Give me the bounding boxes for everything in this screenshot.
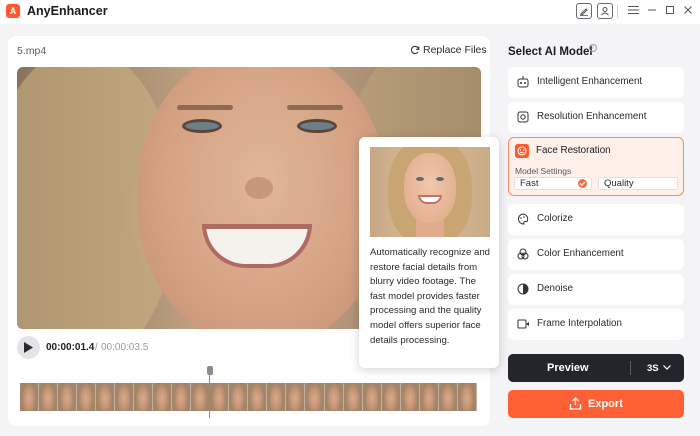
timeline-frame [267, 383, 287, 411]
model-denoise[interactable]: Denoise [508, 274, 684, 305]
tooltip-example-image [370, 147, 490, 237]
robot-icon [517, 76, 529, 88]
timeline-frame [115, 383, 135, 411]
playhead-handle[interactable] [207, 366, 213, 375]
model-settings-label: Model Settings [515, 166, 572, 176]
timeline-frame [172, 383, 192, 411]
timeline-strip[interactable] [20, 383, 477, 411]
model-label: Denoise [537, 283, 573, 294]
denoise-icon [517, 283, 529, 295]
timeline-frame [134, 383, 154, 411]
timeline-frame [324, 383, 344, 411]
timeline-frame [362, 383, 382, 411]
model-label: Color Enhancement [537, 248, 624, 259]
tooltip-face [404, 153, 456, 223]
export-button[interactable]: Export [508, 390, 684, 418]
timeline-frame [457, 383, 477, 411]
close-icon[interactable] [681, 3, 697, 19]
face-icon [515, 144, 529, 158]
resolution-icon [517, 111, 529, 123]
video-nose [245, 177, 273, 199]
tooltip-eye-right [436, 177, 444, 181]
maximize-icon[interactable] [663, 3, 679, 19]
preview-button[interactable]: Preview 3S [508, 354, 684, 382]
video-eye-left [182, 119, 222, 133]
tooltip-description: Automatically recognize and restore faci… [370, 247, 490, 346]
model-color-enhancement[interactable]: Color Enhancement [508, 239, 684, 270]
feedback-icon[interactable] [576, 3, 592, 19]
account-icon[interactable] [597, 3, 613, 19]
file-name: 5.mp4 [17, 45, 47, 57]
frame-icon [517, 319, 529, 329]
option-fast-label: Fast [520, 178, 539, 189]
titlebar-divider [617, 5, 618, 18]
play-button[interactable] [17, 336, 40, 359]
total-time: 00:00:03.5 [101, 342, 149, 353]
video-brow-right [287, 105, 343, 110]
model-panel: Select AI Model i Intelligent Enhancemen… [500, 36, 692, 426]
option-quality-label: Quality [604, 178, 634, 189]
playhead-line [209, 375, 210, 418]
face-restoration-tooltip: Automatically recognize and restore faci… [359, 137, 499, 368]
color-circles-icon [517, 248, 529, 260]
time-separator: / [95, 342, 98, 353]
timeline-frame [210, 383, 230, 411]
model-label: Resolution Enhancement [537, 111, 647, 122]
timeline-frame [229, 383, 249, 411]
export-icon [569, 397, 582, 410]
timeline-frame [419, 383, 439, 411]
timeline-frame [438, 383, 458, 411]
model-label: Face Restoration [536, 145, 611, 156]
video-eye-right [297, 119, 337, 133]
current-time: 00:00:01.4 [46, 342, 95, 353]
minimize-icon[interactable] [645, 3, 661, 19]
playhead[interactable] [207, 366, 213, 418]
app-logo-icon: A [6, 4, 20, 18]
model-resolution-enhancement[interactable]: Resolution Enhancement [508, 102, 684, 133]
timeline-frame [305, 383, 325, 411]
model-face-restoration[interactable]: Face Restoration Model Settings Fast Qua… [508, 137, 684, 196]
timeline-frame [58, 383, 78, 411]
export-label: Export [588, 398, 623, 410]
model-label: Colorize [537, 213, 573, 224]
play-icon [24, 342, 33, 353]
timeline-frame [153, 383, 173, 411]
model-intelligent-enhancement[interactable]: Intelligent Enhancement [508, 67, 684, 98]
preview-divider [630, 361, 631, 375]
timeline-frame [248, 383, 268, 411]
tooltip-eye-left [416, 177, 424, 181]
app-title: AnyEnhancer [27, 4, 108, 18]
timeline-frame [96, 383, 116, 411]
menu-icon[interactable] [626, 3, 642, 19]
timeline-frame [286, 383, 306, 411]
model-frame-interpolation[interactable]: Frame Interpolation [508, 309, 684, 340]
option-quality[interactable]: Quality [598, 177, 678, 190]
timeline-frame [77, 383, 97, 411]
model-label: Intelligent Enhancement [537, 76, 643, 87]
palette-icon [517, 213, 529, 225]
timeline-frame [39, 383, 59, 411]
preview-duration[interactable]: 3S [647, 363, 659, 374]
replace-files-label: Replace Files [423, 44, 487, 56]
preview-label: Preview [547, 362, 589, 374]
info-icon[interactable]: i [589, 44, 597, 52]
model-panel-title: Select AI Model [508, 46, 593, 58]
title-bar: A AnyEnhancer [0, 0, 700, 24]
option-fast[interactable]: Fast [514, 177, 592, 190]
model-colorize[interactable]: Colorize [508, 204, 684, 235]
refresh-icon [410, 45, 420, 55]
video-brow-left [177, 105, 233, 110]
timeline-frame [381, 383, 401, 411]
timeline-frame [343, 383, 363, 411]
timeline-frame [20, 383, 40, 411]
chevron-down-icon[interactable] [663, 365, 671, 370]
check-icon [578, 179, 587, 188]
model-label: Frame Interpolation [537, 318, 622, 329]
timeline-frame [400, 383, 420, 411]
